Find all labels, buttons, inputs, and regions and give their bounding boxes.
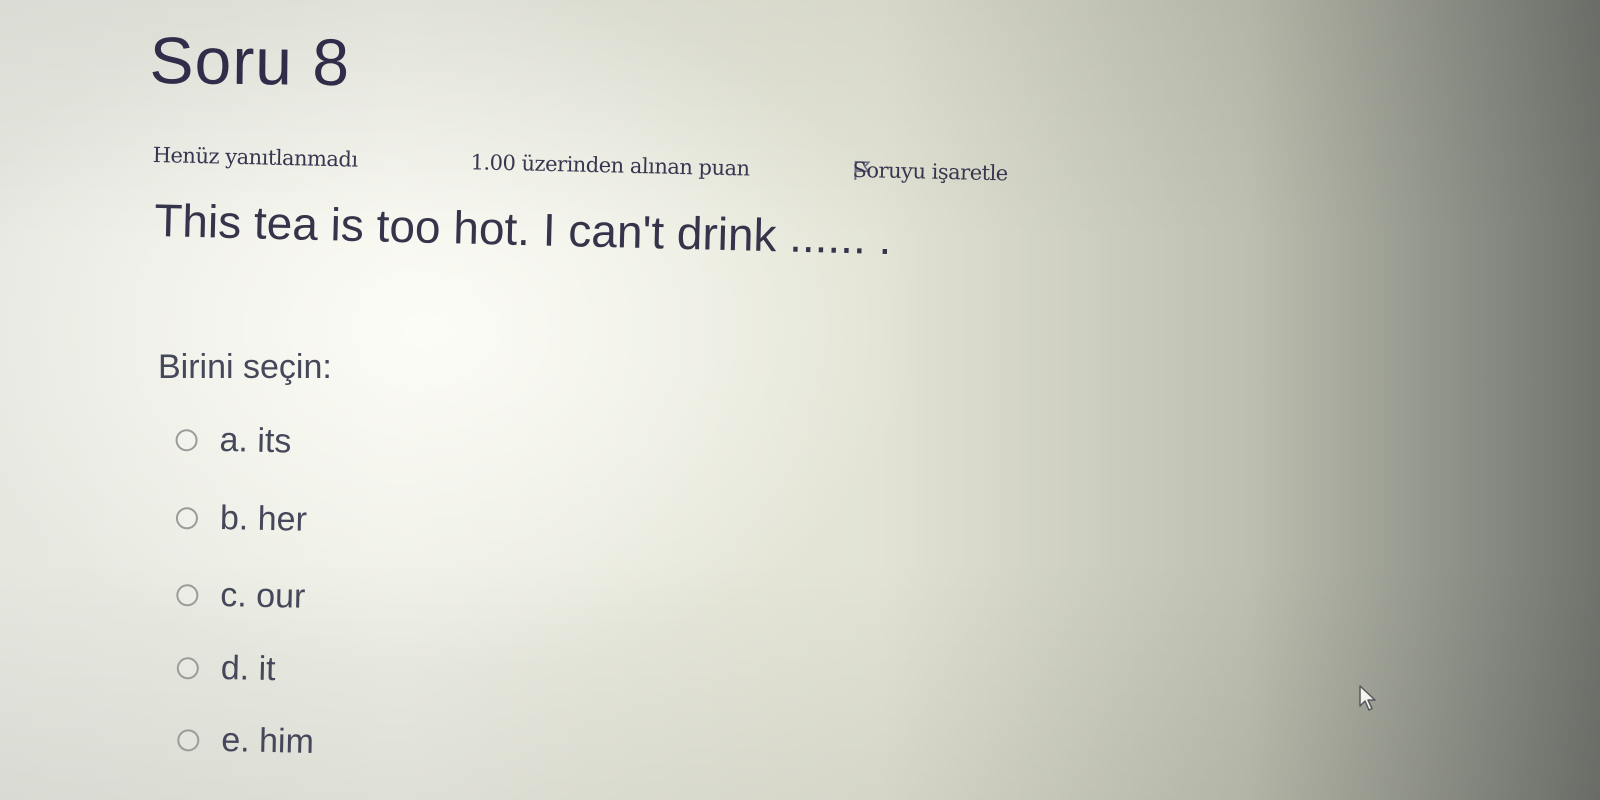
flag-question-label: Soruyu işaretle xyxy=(852,157,1009,186)
answer-option-b[interactable]: b. her xyxy=(175,498,308,540)
answer-label: d. it xyxy=(220,648,277,689)
answer-label: b. her xyxy=(219,498,308,539)
answer-prompt: Birini seçin: xyxy=(158,348,332,386)
question-title: Soru 8 xyxy=(149,22,351,100)
flag-question-link[interactable]: Soruyu işaretle xyxy=(852,158,1008,186)
answer-option-a[interactable]: a. its xyxy=(175,420,292,461)
radio-button[interactable] xyxy=(175,428,198,451)
answer-label: c. our xyxy=(219,575,306,616)
question-grade: 1.00 üzerinden alınan puan xyxy=(470,150,750,181)
radio-button[interactable] xyxy=(175,506,199,529)
answer-option-c[interactable]: c. our xyxy=(176,575,306,617)
mouse-pointer-icon xyxy=(1359,685,1376,711)
radio-button[interactable] xyxy=(176,656,200,680)
answer-option-e[interactable]: e. him xyxy=(177,720,314,762)
question-state: Henüz yanıtlanmadı xyxy=(152,143,358,172)
answer-list: a. its b. her c. our d. it e. him xyxy=(175,420,576,761)
answer-option-d[interactable]: d. it xyxy=(176,648,276,689)
radio-button[interactable] xyxy=(176,583,199,607)
radio-button[interactable] xyxy=(177,728,200,752)
answer-label: a. its xyxy=(219,420,292,461)
answer-label: e. him xyxy=(220,721,315,761)
